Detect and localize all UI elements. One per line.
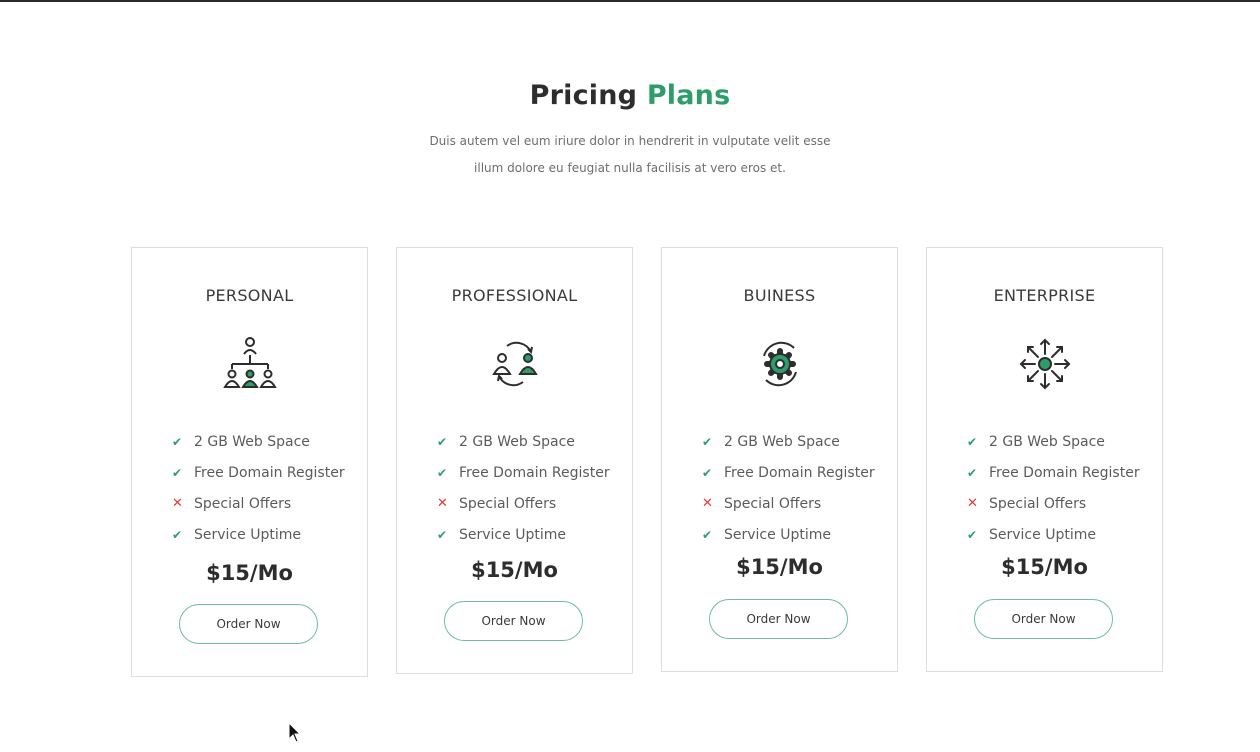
order-now-button[interactable]: Order Now	[179, 604, 318, 644]
plan-name: ENTERPRISE	[993, 286, 1096, 305]
plan-price: $15/Mo	[1001, 555, 1088, 579]
plan-card-enterprise: ENTERPRISE ✔ 2 GB Web Space ✔ Free Domain …	[926, 247, 1163, 672]
feature-item: ✔ Service Uptime	[967, 519, 1140, 550]
check-icon: ✔	[702, 465, 713, 480]
check-icon: ✔	[437, 527, 448, 542]
cross-icon: ✕	[967, 496, 978, 511]
title-accent: Plans	[646, 80, 731, 111]
check-icon: ✔	[967, 434, 978, 449]
feature-label: Special Offers	[459, 495, 557, 512]
feature-label: 2 GB Web Space	[724, 433, 840, 450]
feature-label: Special Offers	[989, 495, 1087, 512]
feature-item: ✔ Free Domain Register	[437, 457, 610, 488]
order-now-button[interactable]: Order Now	[709, 599, 848, 639]
feature-label: Free Domain Register	[989, 464, 1140, 481]
check-icon: ✔	[967, 527, 978, 542]
feature-item: ✔ 2 GB Web Space	[172, 426, 345, 457]
feature-item: ✔ Free Domain Register	[172, 457, 345, 488]
feature-label: Service Uptime	[989, 526, 1096, 543]
order-now-button[interactable]: Order Now	[444, 601, 583, 641]
feature-item: ✔ 2 GB Web Space	[437, 426, 610, 457]
section-description-line2: illum dolore eu feugiat nulla facilisis …	[474, 161, 786, 175]
check-icon: ✔	[172, 527, 183, 542]
feature-item: ✔ Service Uptime	[437, 519, 610, 550]
check-icon: ✔	[702, 434, 713, 449]
gear-refresh-icon	[750, 334, 810, 394]
feature-item: ✔ Service Uptime	[172, 519, 345, 550]
feature-item: ✔ Service Uptime	[702, 519, 875, 550]
check-icon: ✔	[172, 434, 183, 449]
feature-label: 2 GB Web Space	[459, 433, 575, 450]
plan-price: $15/Mo	[736, 555, 823, 579]
feature-item: ✔ 2 GB Web Space	[702, 426, 875, 457]
user-exchange-icon	[485, 334, 545, 394]
feature-label: Service Uptime	[724, 526, 831, 543]
feature-list: ✔ 2 GB Web Space ✔ Free Domain Register ✕ S…	[702, 426, 875, 550]
feature-label: Free Domain Register	[194, 464, 345, 481]
hub-expand-icon	[1015, 334, 1075, 394]
cross-icon: ✕	[437, 496, 448, 511]
feature-label: Service Uptime	[459, 526, 566, 543]
feature-label: Special Offers	[724, 495, 822, 512]
feature-label: Free Domain Register	[459, 464, 610, 481]
feature-item: ✔ Free Domain Register	[967, 457, 1140, 488]
top-border	[0, 0, 1260, 2]
plan-card-personal: PERSONAL ✔ 2 GB Web Space ✔ Free Domain Re…	[131, 247, 368, 677]
plan-card-business: BUINESS ✔ 2 GB Web Space ✔ Free Domain Reg…	[661, 247, 898, 672]
feature-label: Free Domain Register	[724, 464, 875, 481]
check-icon: ✔	[172, 465, 183, 480]
feature-item: ✕ Special Offers	[702, 488, 875, 519]
feature-item: ✕ Special Offers	[967, 488, 1140, 519]
feature-list: ✔ 2 GB Web Space ✔ Free Domain Register ✕ S…	[437, 426, 610, 550]
feature-list: ✔ 2 GB Web Space ✔ Free Domain Register ✕ S…	[967, 426, 1140, 550]
feature-list: ✔ 2 GB Web Space ✔ Free Domain Register ✕ S…	[172, 426, 345, 550]
plan-name: PERSONAL	[205, 286, 294, 305]
check-icon: ✔	[437, 434, 448, 449]
plan-card-professional: PROFESSIONAL ✔ 2 GB Web Space ✔ Free Domai…	[396, 247, 633, 674]
team-hierarchy-icon	[220, 334, 280, 394]
check-icon: ✔	[437, 465, 448, 480]
section-description-line1: Duis autem vel eum iriure dolor in hendr…	[429, 134, 831, 148]
order-now-button[interactable]: Order Now	[974, 599, 1113, 639]
feature-item: ✕ Special Offers	[437, 488, 610, 519]
feature-label: 2 GB Web Space	[194, 433, 310, 450]
plan-price: $15/Mo	[471, 558, 558, 582]
title-main: Pricing	[529, 80, 638, 111]
plan-name: PROFESSIONAL	[451, 286, 578, 305]
feature-label: Service Uptime	[194, 526, 301, 543]
plan-name: BUINESS	[743, 286, 816, 305]
feature-item: ✔ 2 GB Web Space	[967, 426, 1140, 457]
feature-item: ✕ Special Offers	[172, 488, 345, 519]
feature-item: ✔ Free Domain Register	[702, 457, 875, 488]
check-icon: ✔	[967, 465, 978, 480]
feature-label: Special Offers	[194, 495, 292, 512]
cross-icon: ✕	[702, 496, 713, 511]
section-title: Pricing Plans	[0, 80, 1260, 111]
check-icon: ✔	[702, 527, 713, 542]
mouse-cursor-icon	[288, 721, 302, 744]
plan-price: $15/Mo	[206, 561, 293, 585]
feature-label: 2 GB Web Space	[989, 433, 1105, 450]
cross-icon: ✕	[172, 496, 183, 511]
